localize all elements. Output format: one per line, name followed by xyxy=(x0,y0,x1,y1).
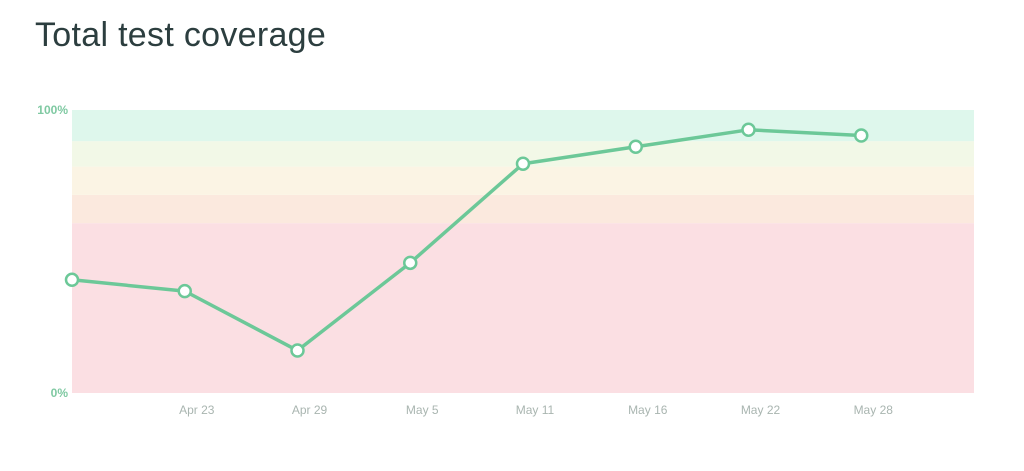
data-point[interactable] xyxy=(177,283,192,299)
y-tick-label: 100% xyxy=(37,103,68,117)
data-point[interactable] xyxy=(515,156,531,172)
coverage-bands xyxy=(72,110,974,393)
chart-page: Total test coverage 100% 0% Apr 23 Apr 29 M… xyxy=(0,0,1024,471)
x-tick-label: Apr 23 xyxy=(179,403,215,417)
data-point[interactable] xyxy=(290,343,305,358)
y-tick-label: 0% xyxy=(51,386,69,400)
x-tick-label: May 5 xyxy=(406,403,439,417)
data-point[interactable] xyxy=(64,272,80,288)
coverage-line-chart: 100% 0% Apr 23 Apr 29 May 5 May 11 May 16 May … xyxy=(37,103,974,417)
data-point[interactable] xyxy=(854,128,869,143)
coverage-band-4 xyxy=(72,110,974,142)
y-axis-ticks: 100% 0% xyxy=(37,103,68,400)
x-tick-label: May 16 xyxy=(628,403,668,417)
data-point[interactable] xyxy=(403,255,418,271)
x-tick-label: May 28 xyxy=(854,403,894,417)
x-tick-label: May 11 xyxy=(516,403,555,417)
coverage-band-1 xyxy=(72,194,974,224)
coverage-band-0 xyxy=(72,223,974,393)
x-tick-label: Apr 29 xyxy=(292,403,328,417)
x-axis-ticks: Apr 23 Apr 29 May 5 May 11 May 16 May 22 May 2… xyxy=(179,403,893,417)
data-point[interactable] xyxy=(628,139,643,155)
x-tick-label: May 22 xyxy=(741,403,781,417)
data-point[interactable] xyxy=(741,122,756,138)
